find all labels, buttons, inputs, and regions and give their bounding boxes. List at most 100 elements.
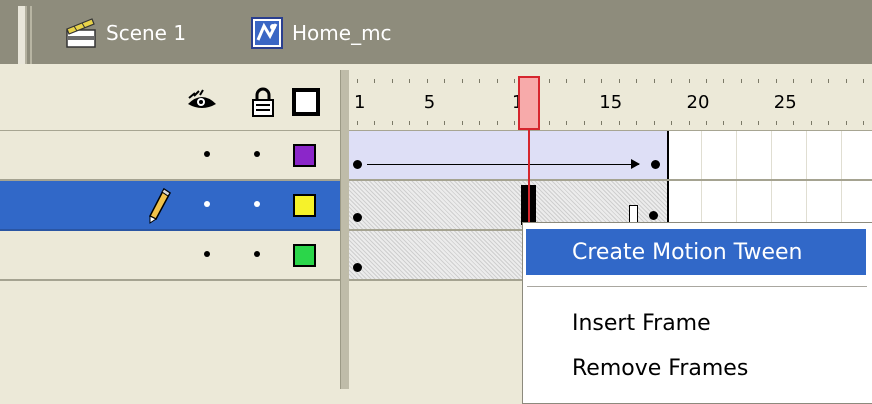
menu-item-label: Create Motion Tween [572,239,803,265]
empty-frame-cell[interactable] [684,131,703,179]
ruler-tick [461,79,463,83]
layer-outline-color-swatch[interactable] [293,244,316,267]
ruler-tick [479,79,481,83]
ruler-tick [618,121,620,125]
layer-row[interactable] [0,231,340,281]
layer-outline-color-swatch[interactable] [293,144,316,167]
ruler-tick [706,121,707,125]
ruler-tick [845,121,847,125]
ruler-tick [775,121,777,125]
ruler-tick [409,79,411,83]
empty-frame-cell[interactable] [667,131,685,179]
empty-frame-cell[interactable] [858,131,872,179]
ruler-tick [426,79,428,83]
edit-bar: Scene 1 Home_mc [0,0,872,70]
ruler-tick [636,79,638,83]
ruler-tick [566,79,568,83]
eye-icon[interactable] [186,86,218,118]
ruler-frame-number: 1 [354,92,366,113]
ruler-tick [775,79,777,83]
ruler-tick [653,79,655,83]
ruler-tick [496,121,498,125]
ruler-tick [479,121,481,125]
playhead[interactable] [518,76,540,130]
ruler-tick [618,79,620,83]
empty-frame-cell[interactable] [841,131,860,179]
ruler-tick [514,121,516,125]
ruler-tick [723,121,725,125]
empty-frame-cell[interactable] [719,131,738,179]
ruler-tick [426,121,428,125]
ruler-tick [409,121,411,125]
layer-header [0,70,340,131]
layer-lock-toggle[interactable] [254,151,260,157]
menu-item-remove-frames[interactable]: Remove Frames [526,345,866,391]
ruler-frame-number: 25 [773,92,797,113]
empty-frame-cell[interactable] [771,131,790,179]
layer-list-empty-area [0,287,340,389]
menu-item-insert-frame[interactable]: Insert Frame [526,300,866,346]
keyframe[interactable] [649,211,658,220]
context-menu: Create Motion Tween Insert Frame Remove … [522,222,872,404]
ruler-tick [688,79,690,83]
ruler-tick [374,79,376,83]
ruler-tick [758,79,760,83]
ruler-tick [793,121,795,125]
ruler-tick [357,121,358,125]
pencil-icon [146,186,172,224]
ruler-tick [828,79,830,83]
ruler-tick [583,121,585,125]
empty-frame-cell[interactable] [824,131,843,179]
end-frame-marker [629,205,638,223]
ruler-tick [514,79,516,83]
tween-arrowhead [631,159,640,169]
menu-item-create-motion-tween[interactable]: Create Motion Tween [526,229,866,275]
breadcrumb-movieclip[interactable]: Home_mc [250,16,392,50]
outline-icon[interactable] [290,86,322,118]
scene-label: Scene 1 [106,21,187,45]
ruler-tick [391,121,393,125]
empty-frame-cell[interactable] [754,131,773,179]
ruler-tick [391,79,393,83]
keyframe[interactable] [353,213,362,222]
ruler-tick [688,121,690,125]
ruler-tick [636,121,638,125]
empty-frame-cell[interactable] [789,131,808,179]
layer-visibility-toggle[interactable] [204,251,210,257]
keyframe[interactable] [353,160,362,169]
layer-outline-color-swatch[interactable] [293,194,316,217]
layer-row[interactable] [0,131,340,181]
layer-visibility-toggle[interactable] [204,151,210,157]
frame-ruler[interactable]: 1510152025 [349,70,872,131]
layer-row[interactable] [0,181,340,231]
ruler-tick [444,79,446,83]
frame-row[interactable] [349,131,872,181]
ruler-frame-number: 20 [686,92,710,113]
ruler-tick [548,79,550,83]
ruler-tick [810,79,812,83]
layer-lock-toggle[interactable] [254,251,260,257]
lock-icon[interactable] [247,86,279,118]
layer-visibility-toggle[interactable] [204,201,210,207]
keyframe[interactable] [353,263,362,272]
breadcrumb-scene[interactable]: Scene 1 [64,16,186,50]
ruler-tick [758,121,760,125]
ruler-tick [601,121,603,125]
ruler-tick [583,79,585,83]
ruler-tick [601,79,603,83]
ruler-tick [845,79,847,83]
menu-item-label: Insert Frame [572,310,711,336]
layer-list [0,131,340,281]
clapperboard-icon [64,16,98,50]
layer-lock-toggle[interactable] [254,201,260,207]
empty-frame-cell[interactable] [736,131,755,179]
empty-frame-cell[interactable] [806,131,825,179]
empty-frame-cell[interactable] [701,131,720,179]
keyframe[interactable] [651,160,660,169]
ruler-frame-number: 15 [599,92,623,113]
ruler-tick [706,79,707,83]
panel-grip[interactable] [18,6,27,64]
ruler-tick [671,121,673,125]
ruler-tick [810,121,812,125]
motion-tween-span[interactable] [349,131,669,179]
